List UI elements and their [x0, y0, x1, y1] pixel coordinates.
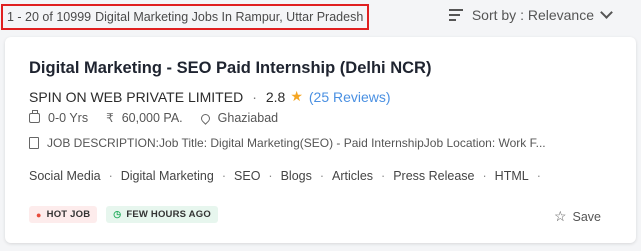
rating-value: 2.8	[265, 88, 286, 105]
salary-value: 60,000 PA.	[121, 111, 183, 125]
briefcase-icon	[29, 110, 40, 123]
separator-dot: ·	[252, 88, 257, 105]
results-range: 1 - 20 of 10999	[7, 10, 92, 24]
star-outline-icon: ☆	[553, 208, 567, 224]
job-title[interactable]: Digital Marketing - SEO Paid Internship …	[29, 59, 431, 78]
hot-job-badge: ● HOT JOB	[29, 206, 98, 223]
location-value: Ghaziabad	[217, 111, 279, 125]
sort-icon	[448, 9, 463, 21]
chevron-down-icon	[600, 6, 613, 19]
results-heading: Digital Marketing Jobs In Rampur, Uttar …	[95, 10, 364, 24]
job-badges: ● HOT JOB ◷ FEW HOURS AGO	[29, 206, 218, 223]
tag: Digital Marketing	[120, 169, 214, 183]
skill-tags: Social Media · Digital Marketing · SEO · Bl…	[29, 169, 541, 183]
clock-icon: ◷	[113, 209, 122, 219]
job-meta: 0-0 Yrs ₹ 60,000 PA. Ghaziabad	[29, 110, 296, 125]
job-card[interactable]: Digital Marketing - SEO Paid Internship …	[5, 37, 636, 243]
description-text: JOB DESCRIPTION:Job Title: Digital Marke…	[47, 136, 546, 150]
star-icon: ★	[290, 88, 303, 104]
company-name[interactable]: SPIN ON WEB PRIVATE LIMITED	[29, 89, 243, 105]
reviews-link[interactable]: (25 Reviews)	[309, 89, 391, 105]
experience-value: 0-0 Yrs	[48, 111, 89, 125]
fire-icon: ●	[36, 209, 42, 220]
sort-label: Sort by : Relevance	[471, 7, 594, 23]
tag: Articles	[332, 169, 374, 183]
hot-job-label: HOT JOB	[46, 209, 91, 220]
tag: Blogs	[280, 169, 312, 183]
location-pin-icon	[198, 111, 212, 125]
company-row: SPIN ON WEB PRIVATE LIMITED · 2.8 ★ (25 …	[29, 88, 391, 105]
tag: Social Media	[29, 169, 101, 183]
posted-time-badge: ◷ FEW HOURS AGO	[106, 206, 218, 223]
salary: ₹ 60,000 PA.	[106, 111, 183, 125]
sort-dropdown[interactable]: Sort by : Relevance	[448, 6, 613, 23]
experience: 0-0 Yrs	[29, 110, 89, 125]
job-description: JOB DESCRIPTION:Job Title: Digital Marke…	[29, 136, 546, 150]
posted-time-label: FEW HOURS AGO	[126, 209, 211, 220]
tag: SEO	[234, 169, 261, 183]
save-label: Save	[572, 209, 602, 224]
results-header: 1 - 20 of 10999 Digital Marketing Jobs I…	[0, 0, 641, 34]
tag: HTML	[494, 169, 529, 183]
document-icon	[29, 137, 39, 149]
save-button[interactable]: ☆ Save	[554, 208, 601, 225]
results-count: 1 - 20 of 10999 Digital Marketing Jobs I…	[1, 4, 370, 30]
tag: Press Release	[393, 169, 475, 183]
rupee-icon: ₹	[106, 111, 114, 125]
location: Ghaziabad	[198, 111, 279, 125]
